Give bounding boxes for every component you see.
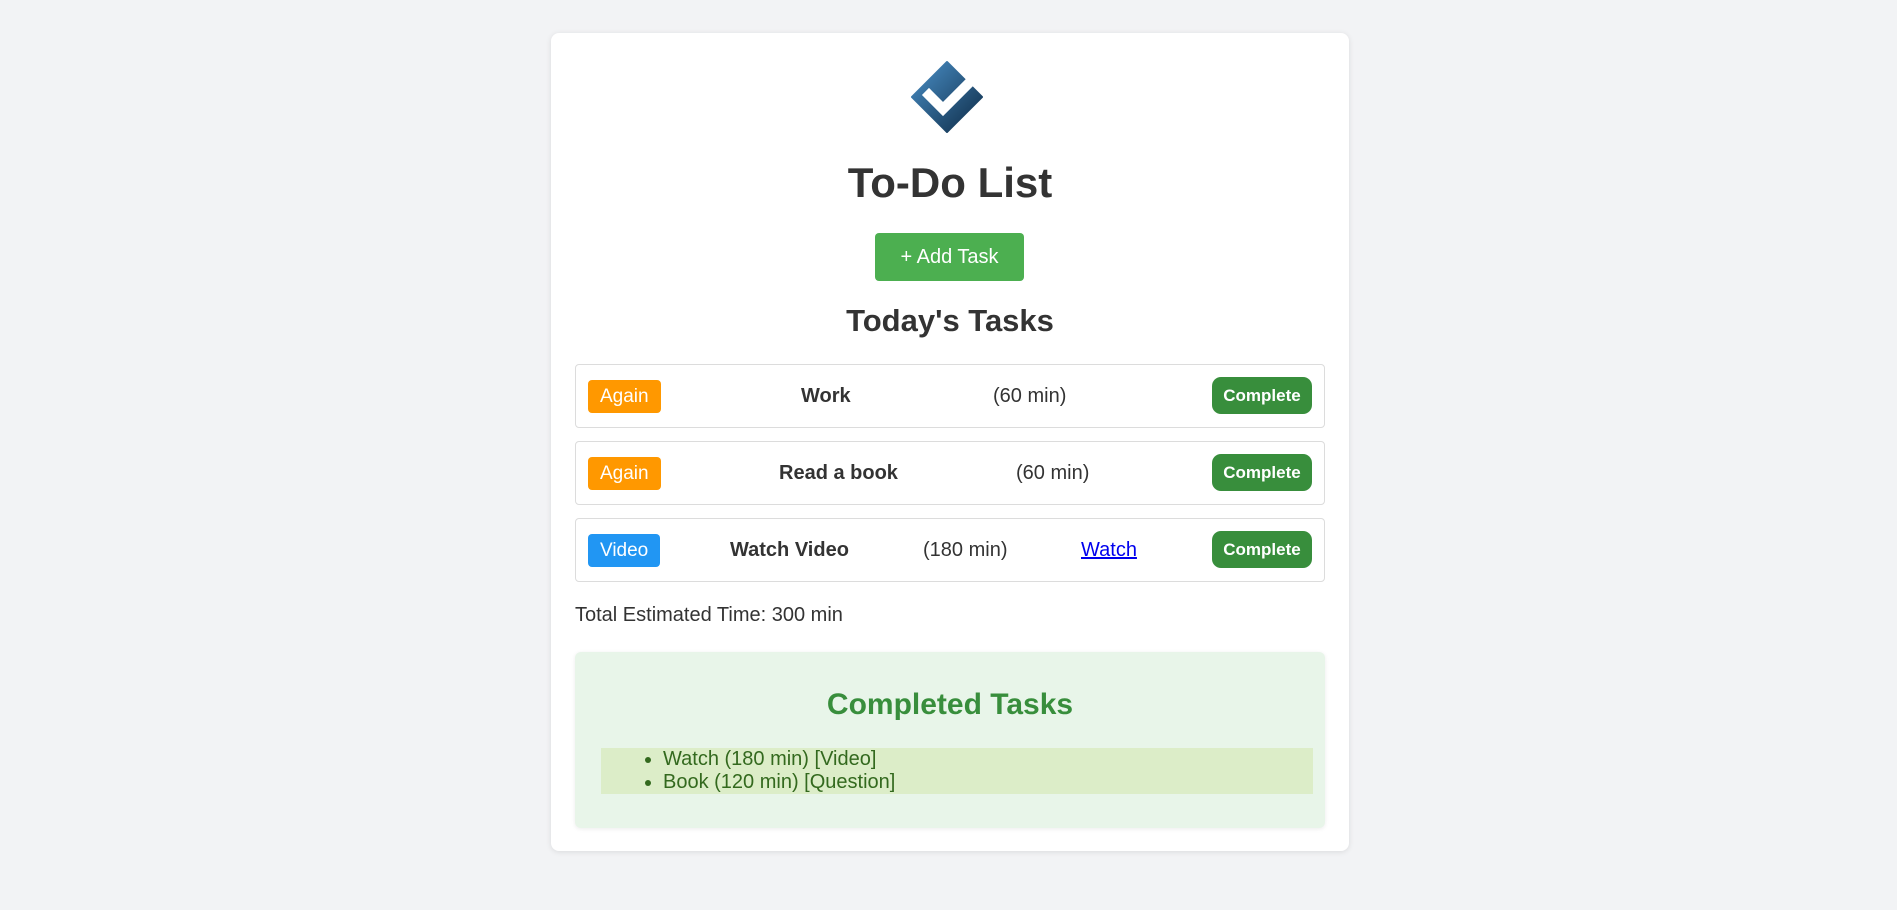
task-name: Read a book [779,462,898,484]
total-estimated-time: Total Estimated Time: 300 min [575,604,843,626]
completed-tasks-panel: Completed Tasks Watch (180 min) [Video] … [575,652,1325,828]
completed-task-item: Watch (180 min) [Video] [601,748,1313,771]
complete-button[interactable]: Complete [1212,454,1312,491]
task-name: Work [801,385,851,407]
task-type-badge: Video [588,534,661,567]
complete-button[interactable]: Complete [1212,377,1312,414]
task-row: Again Work (60 min) Complete [575,364,1325,428]
todo-card: To-Do List + Add Task Today's Tasks Agai… [551,33,1349,851]
completed-tasks-heading: Completed Tasks [826,688,1074,721]
completed-tasks-list: Watch (180 min) [Video] Book (120 min) [… [601,748,1313,794]
task-row: Again Read a book (60 min) Complete [575,441,1325,505]
task-name: Watch Video [730,539,849,561]
todays-tasks-heading: Today's Tasks [846,303,1054,338]
task-duration: (60 min) [993,385,1067,407]
complete-button[interactable]: Complete [1212,531,1312,568]
task-type-badge: Again [588,380,661,413]
completed-task-item: Book (120 min) [Question] [601,771,1313,794]
checkmark-diamond-logo-icon [911,61,983,133]
task-duration: (60 min) [1016,462,1090,484]
task-duration: (180 min) [923,539,1008,561]
task-row: Video Watch Video (180 min) Watch Comple… [575,518,1325,582]
task-type-badge: Again [588,457,661,490]
watch-link[interactable]: Watch [1081,539,1137,562]
add-task-button[interactable]: + Add Task [875,233,1024,281]
page-title: To-Do List [847,159,1053,206]
